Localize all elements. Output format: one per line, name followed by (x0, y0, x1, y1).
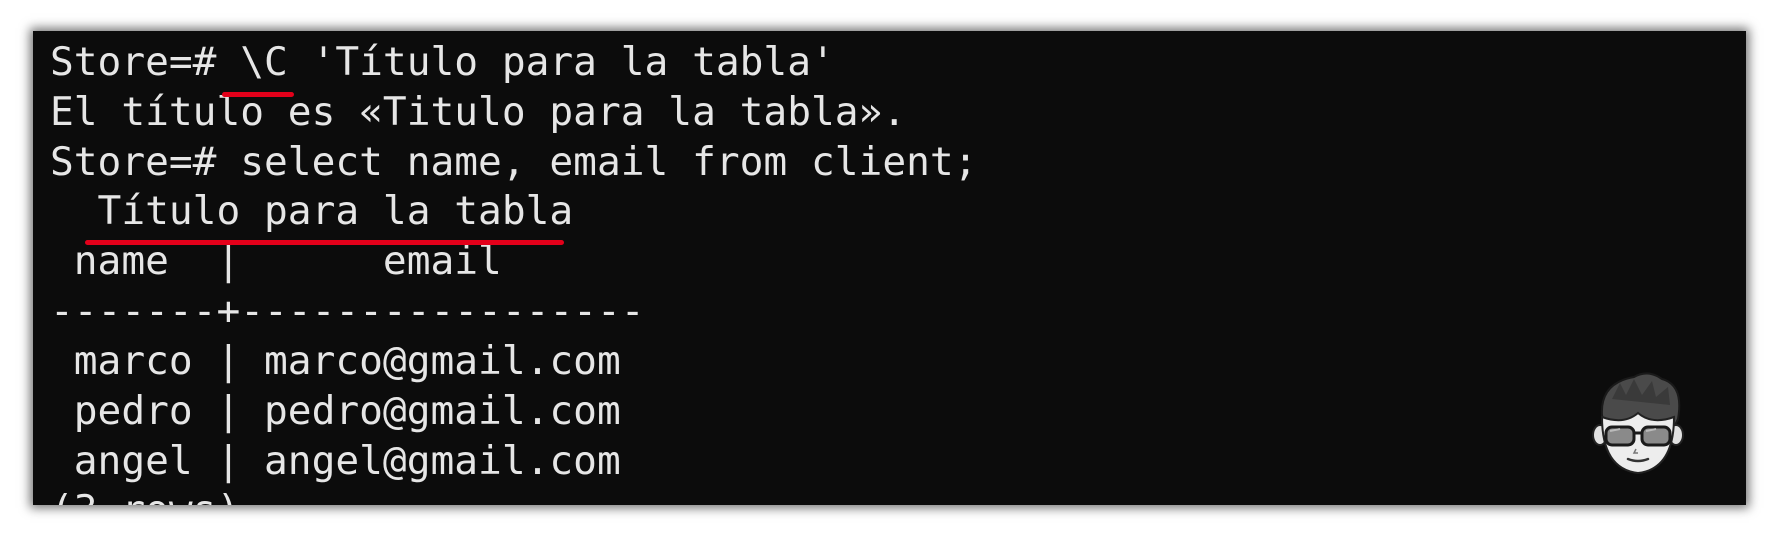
terminal-line: El título es «Titulo para la tabla». (50, 89, 907, 135)
command-underline (222, 92, 294, 97)
terminal-line: Store=# select name, email from client; (50, 139, 978, 185)
terminal-line: pedro | pedro@gmail.com (50, 388, 621, 434)
title-underline (85, 240, 564, 245)
terminal-window[interactable]: Store=# \C 'Título para la tabla' El tít… (33, 31, 1746, 505)
terminal-line: Título para la tabla (50, 188, 574, 234)
terminal-line: Store=# \C 'Título para la tabla' (50, 39, 835, 85)
cartoon-boy-with-sunglasses-icon (1590, 369, 1686, 481)
terminal-line: marco | marco@gmail.com (50, 338, 621, 384)
terminal-line: angel | angel@gmail.com (50, 438, 621, 484)
terminal-line: (3 rows) (50, 485, 240, 505)
terminal-line: -------+----------------- (50, 288, 645, 334)
